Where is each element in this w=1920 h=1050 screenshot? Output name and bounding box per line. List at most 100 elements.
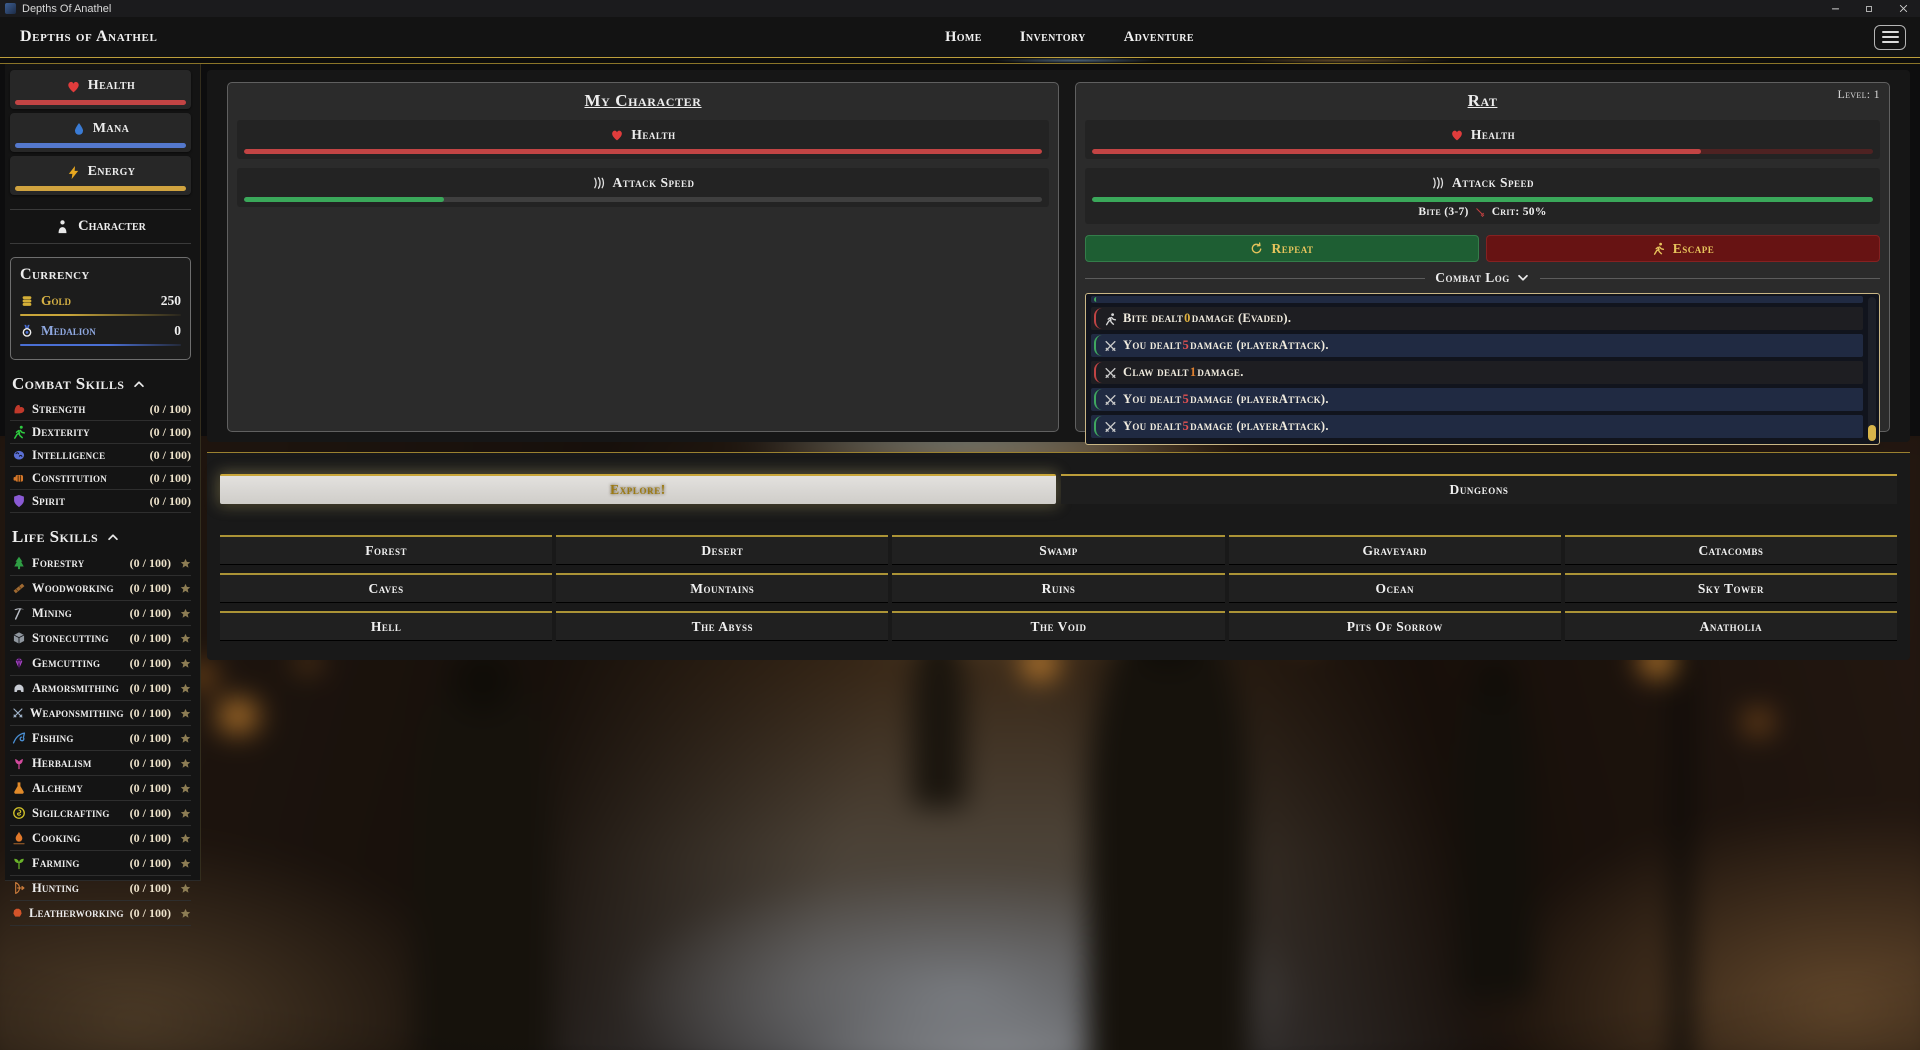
flask-icon: [12, 781, 26, 795]
star-icon: [180, 608, 191, 619]
skill-row-cooking: Cooking (0 / 100): [10, 826, 191, 851]
skill-value: (0 / 100): [130, 606, 171, 621]
combat-log-toggle[interactable]: Combat Log: [1085, 270, 1880, 286]
mana-stat-card: Mana: [10, 113, 191, 152]
location-grid: Forest Desert Swamp Graveyard Catacombs …: [220, 535, 1897, 641]
life-skills-header[interactable]: Life Skills: [12, 527, 191, 547]
mana-label: Mana: [93, 121, 129, 137]
skill-name: Forestry: [32, 556, 84, 571]
location-swamp[interactable]: Swamp: [892, 535, 1224, 565]
nav-item-home[interactable]: Home: [945, 29, 982, 46]
repeat-button[interactable]: Repeat: [1085, 235, 1479, 262]
location-graveyard[interactable]: Graveyard: [1229, 535, 1561, 565]
log-text: You dealt: [1123, 419, 1182, 434]
water-drop-icon: [72, 122, 86, 136]
tab-explore[interactable]: Explore!: [220, 474, 1056, 504]
sprout-icon: [12, 856, 26, 870]
location-sky-tower[interactable]: Sky Tower: [1565, 573, 1897, 603]
nav-item-adventure[interactable]: Adventure: [1124, 29, 1194, 46]
location-caves[interactable]: Caves: [220, 573, 552, 603]
log-text: damage (playerAttack).: [1190, 392, 1329, 407]
location-the-void[interactable]: The Void: [892, 611, 1224, 641]
energy-bar: [15, 186, 186, 191]
skill-row-mining: Mining (0 / 100): [10, 601, 191, 626]
minimize-button[interactable]: [1818, 0, 1852, 17]
skill-name: Armorsmithing: [32, 681, 119, 696]
log-text: damage (playerAttack).: [1190, 338, 1329, 353]
combat-log: Bite dealt 0 damage (Evaded). You dealt …: [1085, 293, 1880, 445]
window-titlebar: Depths Of Anathel: [0, 0, 1920, 17]
tab-dungeons[interactable]: Dungeons: [1061, 474, 1897, 504]
location-the-abyss[interactable]: The Abyss: [556, 611, 888, 641]
combat-skill-list: Strength (0 / 100) Dexterity (0 / 100) I…: [10, 398, 191, 513]
skill-row-stonecutting: Stonecutting (0 / 100): [10, 626, 191, 651]
campfire-icon: [12, 831, 26, 845]
health-stat-card: Health: [10, 70, 191, 109]
sigil-icon: [12, 806, 26, 820]
location-mountains[interactable]: Mountains: [556, 573, 888, 603]
log-text: Claw dealt: [1123, 365, 1189, 380]
skill-value: (0 / 100): [130, 581, 171, 596]
maximize-button[interactable]: [1852, 0, 1886, 17]
location-hell[interactable]: Hell: [220, 611, 552, 641]
player-attack-speed-bar: [244, 197, 1042, 202]
enemy-crit: Crit: 50%: [1492, 206, 1547, 218]
location-ruins[interactable]: Ruins: [892, 573, 1224, 603]
player-health-card: Health: [237, 120, 1049, 159]
scrollbar-thumb[interactable]: [1868, 425, 1876, 441]
skill-value: (0 / 100): [150, 494, 191, 509]
escape-button-label: Escape: [1673, 241, 1715, 257]
skill-name: Strength: [32, 402, 86, 417]
skill-name: Mining: [32, 606, 72, 621]
skill-row-constitution: Constitution (0 / 100): [10, 467, 191, 490]
chevron-down-icon: [1516, 271, 1530, 285]
skill-value: (0 / 100): [130, 681, 171, 696]
skill-value: (0 / 100): [150, 471, 191, 486]
skill-value: (0 / 100): [150, 425, 191, 440]
log-damage-value: 1: [1190, 365, 1197, 380]
star-icon: [180, 708, 191, 719]
star-icon: [180, 633, 191, 644]
log-text: damage (Evaded).: [1192, 311, 1292, 326]
enemy-health-label: Health: [1471, 127, 1515, 143]
skill-row-weaponsmithing: Weaponsmithing (0 / 100): [10, 701, 191, 726]
intelligence-icon: [12, 448, 26, 462]
app-window: Depths Of Anathel Depths of Anathel Home…: [0, 0, 1920, 1050]
energy-label: Energy: [88, 164, 136, 180]
location-forest[interactable]: Forest: [220, 535, 552, 565]
skill-row-woodworking: Woodworking (0 / 100): [10, 576, 191, 601]
medalion-currency-row: Medalion 0: [20, 320, 181, 342]
location-anatholia[interactable]: Anatholia: [1565, 611, 1897, 641]
skill-value: (0 / 100): [150, 448, 191, 463]
medalion-value: 0: [174, 323, 181, 339]
combat-skills-header[interactable]: Combat Skills: [12, 374, 191, 394]
log-text: You dealt: [1123, 392, 1182, 407]
location-catacombs[interactable]: Catacombs: [1565, 535, 1897, 565]
medalion-underline: [20, 344, 181, 346]
location-desert[interactable]: Desert: [556, 535, 888, 565]
combat-log-scrollbar[interactable]: [1868, 297, 1876, 441]
close-button[interactable]: [1886, 0, 1920, 17]
character-button[interactable]: Character: [10, 209, 191, 244]
star-icon: [180, 858, 191, 869]
location-pits-of-sorrow[interactable]: Pits Of Sorrow: [1229, 611, 1561, 641]
window-title: Depths Of Anathel: [22, 3, 111, 15]
location-ocean[interactable]: Ocean: [1229, 573, 1561, 603]
hamburger-menu-button[interactable]: [1874, 25, 1906, 50]
strength-icon: [12, 402, 26, 416]
skill-value: (0 / 100): [130, 806, 171, 821]
helmet-icon: [12, 681, 26, 695]
nav-item-inventory[interactable]: Inventory: [1020, 29, 1086, 46]
mana-bar: [15, 143, 186, 148]
skill-name: Sigilcrafting: [32, 806, 110, 821]
explore-section: Explore! Dungeons Forest Desert Swamp Gr…: [207, 452, 1910, 660]
character-icon: [55, 219, 70, 234]
skill-row-dexterity: Dexterity (0 / 100): [10, 421, 191, 444]
log-damage-value: 5: [1183, 338, 1190, 353]
skill-name: Intelligence: [32, 448, 105, 463]
escape-button[interactable]: Escape: [1486, 235, 1880, 262]
skill-name: Cooking: [32, 831, 80, 846]
currency-panel: Currency Gold 250 Medalion 0: [10, 257, 191, 360]
skill-name: Constitution: [32, 471, 107, 486]
gem-icon: [12, 656, 26, 670]
